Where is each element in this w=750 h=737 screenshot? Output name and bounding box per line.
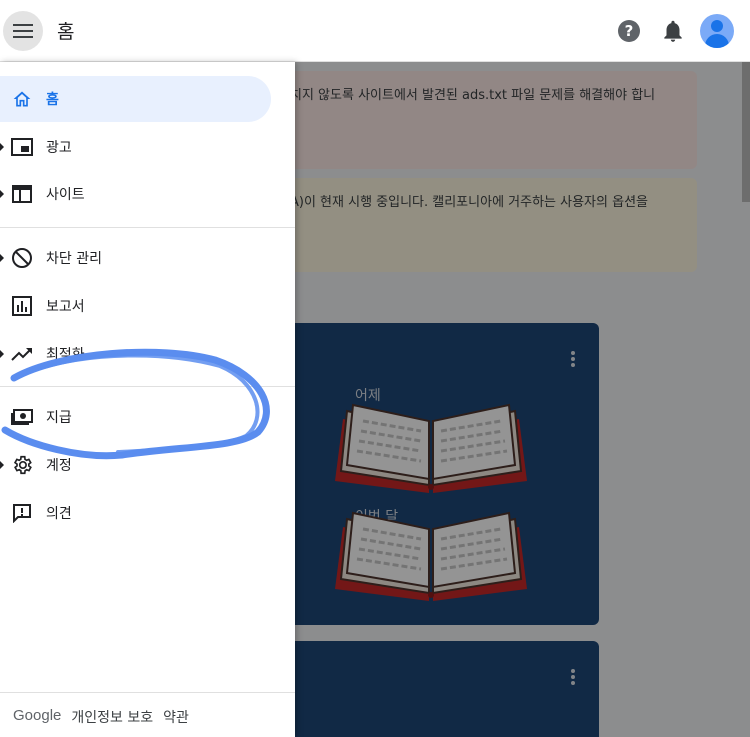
sidebar-item-label: 차단 관리 (46, 251, 102, 267)
feedback-icon (11, 502, 33, 524)
main-content: 치지 않도록 사이트에서 발견된 ads.txt 파일 문제를 해결해야 합니 … (295, 62, 750, 737)
sidebar-item-reports[interactable]: 보고서 (0, 283, 271, 329)
privacy-link[interactable]: 개인정보 보호 (71, 707, 153, 727)
divider (0, 692, 295, 693)
avatar-icon[interactable] (700, 14, 734, 48)
sidebar-item-optimization[interactable]: 최적화 (0, 331, 271, 377)
hamburger-menu-icon[interactable] (3, 11, 43, 51)
sidebar-item-blocking-controls[interactable]: 차단 관리 (0, 235, 271, 281)
sidebar-item-label: 지급 (46, 410, 72, 426)
gear-icon (11, 454, 33, 476)
sidebar-item-label: 의견 (46, 506, 72, 522)
trending-up-icon (11, 343, 33, 365)
page-title: 홈 (57, 21, 75, 43)
expand-caret-icon (0, 350, 4, 358)
sidebar-item-label: 계정 (46, 458, 72, 474)
sites-icon (11, 183, 33, 205)
divider (0, 227, 295, 228)
expand-caret-icon (0, 190, 4, 198)
sidebar-item-label: 홈 (46, 92, 59, 108)
drawer-footer: Google 개인정보 보호 약관 (13, 707, 189, 727)
sidebar-item-label: 최적화 (46, 347, 85, 363)
reports-icon (11, 295, 33, 317)
google-logo: Google (13, 707, 62, 724)
sidebar-item-label: 사이트 (46, 187, 85, 203)
sidebar-item-feedback[interactable]: 의견 (0, 490, 271, 536)
payments-icon (11, 406, 33, 428)
sidebar-item-payments[interactable]: 지급 (0, 394, 271, 440)
sidebar-item-account[interactable]: 계정 (0, 442, 271, 488)
home-icon (11, 88, 33, 110)
block-icon (11, 247, 33, 269)
sidebar-item-label: 광고 (46, 140, 72, 156)
expand-caret-icon (0, 461, 4, 469)
scrollbar[interactable] (742, 62, 750, 202)
sidebar-item-sites[interactable]: 사이트 (0, 171, 271, 217)
navigation-drawer: 홈 광고 사이트 차단 관리 보고서 최적화 지급 계정 의견 Google 개… (0, 62, 295, 737)
help-circle-icon[interactable]: ? (618, 20, 640, 42)
sidebar-item-home[interactable]: 홈 (0, 76, 271, 122)
terms-link[interactable]: 약관 (163, 707, 189, 727)
scrim-overlay[interactable] (295, 62, 750, 737)
divider (0, 386, 295, 387)
expand-caret-icon (0, 143, 4, 151)
bell-icon[interactable] (660, 18, 686, 48)
ads-icon (11, 136, 33, 158)
sidebar-item-ads[interactable]: 광고 (0, 124, 271, 170)
sidebar-item-label: 보고서 (46, 299, 85, 315)
top-app-bar: 홈 ? (0, 0, 750, 62)
expand-caret-icon (0, 254, 4, 262)
